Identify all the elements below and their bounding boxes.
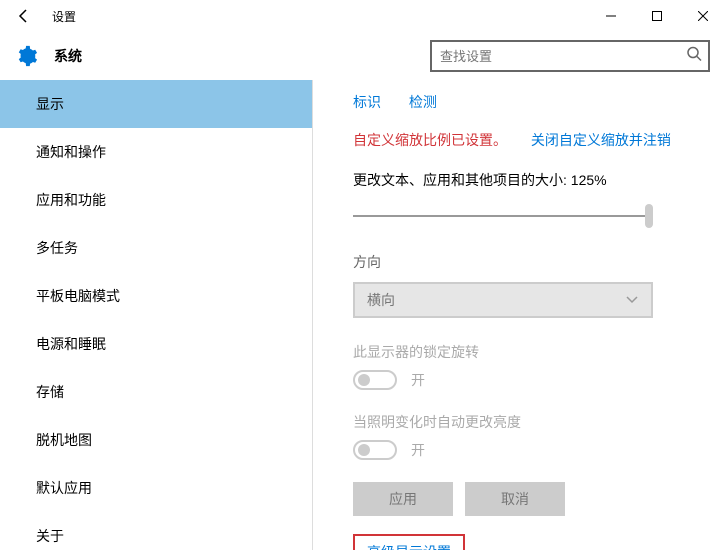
sidebar-item-default-apps[interactable]: 默认应用: [0, 464, 312, 512]
toggle-knob: [358, 374, 370, 386]
lock-rotation-toggle[interactable]: [353, 370, 397, 390]
sidebar-item-label: 多任务: [36, 238, 78, 258]
scale-label: 更改文本、应用和其他项目的大小: 125%: [353, 170, 702, 190]
sidebar-item-label: 脱机地图: [36, 430, 92, 450]
sidebar-item-label: 存储: [36, 382, 64, 402]
titlebar: 设置: [0, 0, 726, 32]
sidebar-item-label: 电源和睡眠: [36, 334, 106, 354]
search-input[interactable]: [430, 40, 710, 72]
custom-scaling-set-text: 自定义缩放比例已设置。: [353, 132, 507, 148]
lock-rotation-label: 此显示器的锁定旋转: [353, 342, 702, 362]
lock-rotation-state: 开: [411, 370, 425, 390]
chevron-down-icon: [625, 292, 639, 309]
header: 系统: [0, 32, 726, 80]
content-pane: 标识 检测 自定义缩放比例已设置。 关闭自定义缩放并注销 更改文本、应用和其他项…: [313, 80, 726, 550]
arrow-left-icon: [16, 8, 32, 24]
highlight-box: 高级显示设置: [353, 534, 465, 550]
auto-brightness-state: 开: [411, 440, 425, 460]
auto-brightness-toggle[interactable]: [353, 440, 397, 460]
apply-button[interactable]: 应用: [353, 482, 453, 516]
maximize-icon: [652, 11, 662, 21]
minimize-button[interactable]: [588, 0, 634, 32]
sidebar-item-storage[interactable]: 存储: [0, 368, 312, 416]
detect-link[interactable]: 检测: [409, 94, 437, 110]
slider-track: [353, 215, 653, 217]
dropdown-value: 横向: [367, 290, 395, 310]
search-icon[interactable]: [686, 46, 702, 67]
sidebar-item-tablet[interactable]: 平板电脑模式: [0, 272, 312, 320]
sidebar: 显示 通知和操作 应用和功能 多任务 平板电脑模式 电源和睡眠 存储 脱机地图 …: [0, 80, 313, 550]
sidebar-item-label: 默认应用: [36, 478, 92, 498]
gear-icon: [8, 37, 46, 75]
orientation-dropdown[interactable]: 横向: [353, 282, 653, 318]
orientation-label: 方向: [353, 252, 702, 272]
identify-link[interactable]: 标识: [353, 94, 381, 110]
scaling-slider[interactable]: [353, 204, 653, 228]
minimize-icon: [606, 11, 616, 21]
sidebar-item-label: 关于: [36, 526, 64, 546]
sidebar-item-power[interactable]: 电源和睡眠: [0, 320, 312, 368]
sidebar-item-offline-maps[interactable]: 脱机地图: [0, 416, 312, 464]
back-button[interactable]: [8, 0, 40, 32]
sidebar-item-multitask[interactable]: 多任务: [0, 224, 312, 272]
sidebar-item-display[interactable]: 显示: [0, 80, 312, 128]
sidebar-item-apps[interactable]: 应用和功能: [0, 176, 312, 224]
sidebar-item-label: 显示: [36, 94, 64, 114]
sidebar-item-notifications[interactable]: 通知和操作: [0, 128, 312, 176]
auto-brightness-label: 当照明变化时自动更改亮度: [353, 412, 702, 432]
slider-thumb[interactable]: [645, 204, 653, 228]
sidebar-item-label: 通知和操作: [36, 142, 106, 162]
toggle-knob: [358, 444, 370, 456]
sidebar-item-label: 平板电脑模式: [36, 286, 120, 306]
sidebar-item-label: 应用和功能: [36, 190, 106, 210]
scaling-notice: 自定义缩放比例已设置。 关闭自定义缩放并注销: [353, 130, 702, 150]
cancel-button[interactable]: 取消: [465, 482, 565, 516]
maximize-button[interactable]: [634, 0, 680, 32]
sidebar-item-about[interactable]: 关于: [0, 512, 312, 550]
window-title: 设置: [52, 8, 76, 25]
close-icon: [698, 11, 708, 21]
advanced-display-link[interactable]: 高级显示设置: [359, 538, 459, 550]
search-wrap: [430, 40, 710, 72]
page-title: 系统: [54, 46, 82, 66]
close-button[interactable]: [680, 0, 726, 32]
display-links: 标识 检测: [353, 92, 702, 112]
close-custom-scaling-link[interactable]: 关闭自定义缩放并注销: [531, 132, 671, 148]
